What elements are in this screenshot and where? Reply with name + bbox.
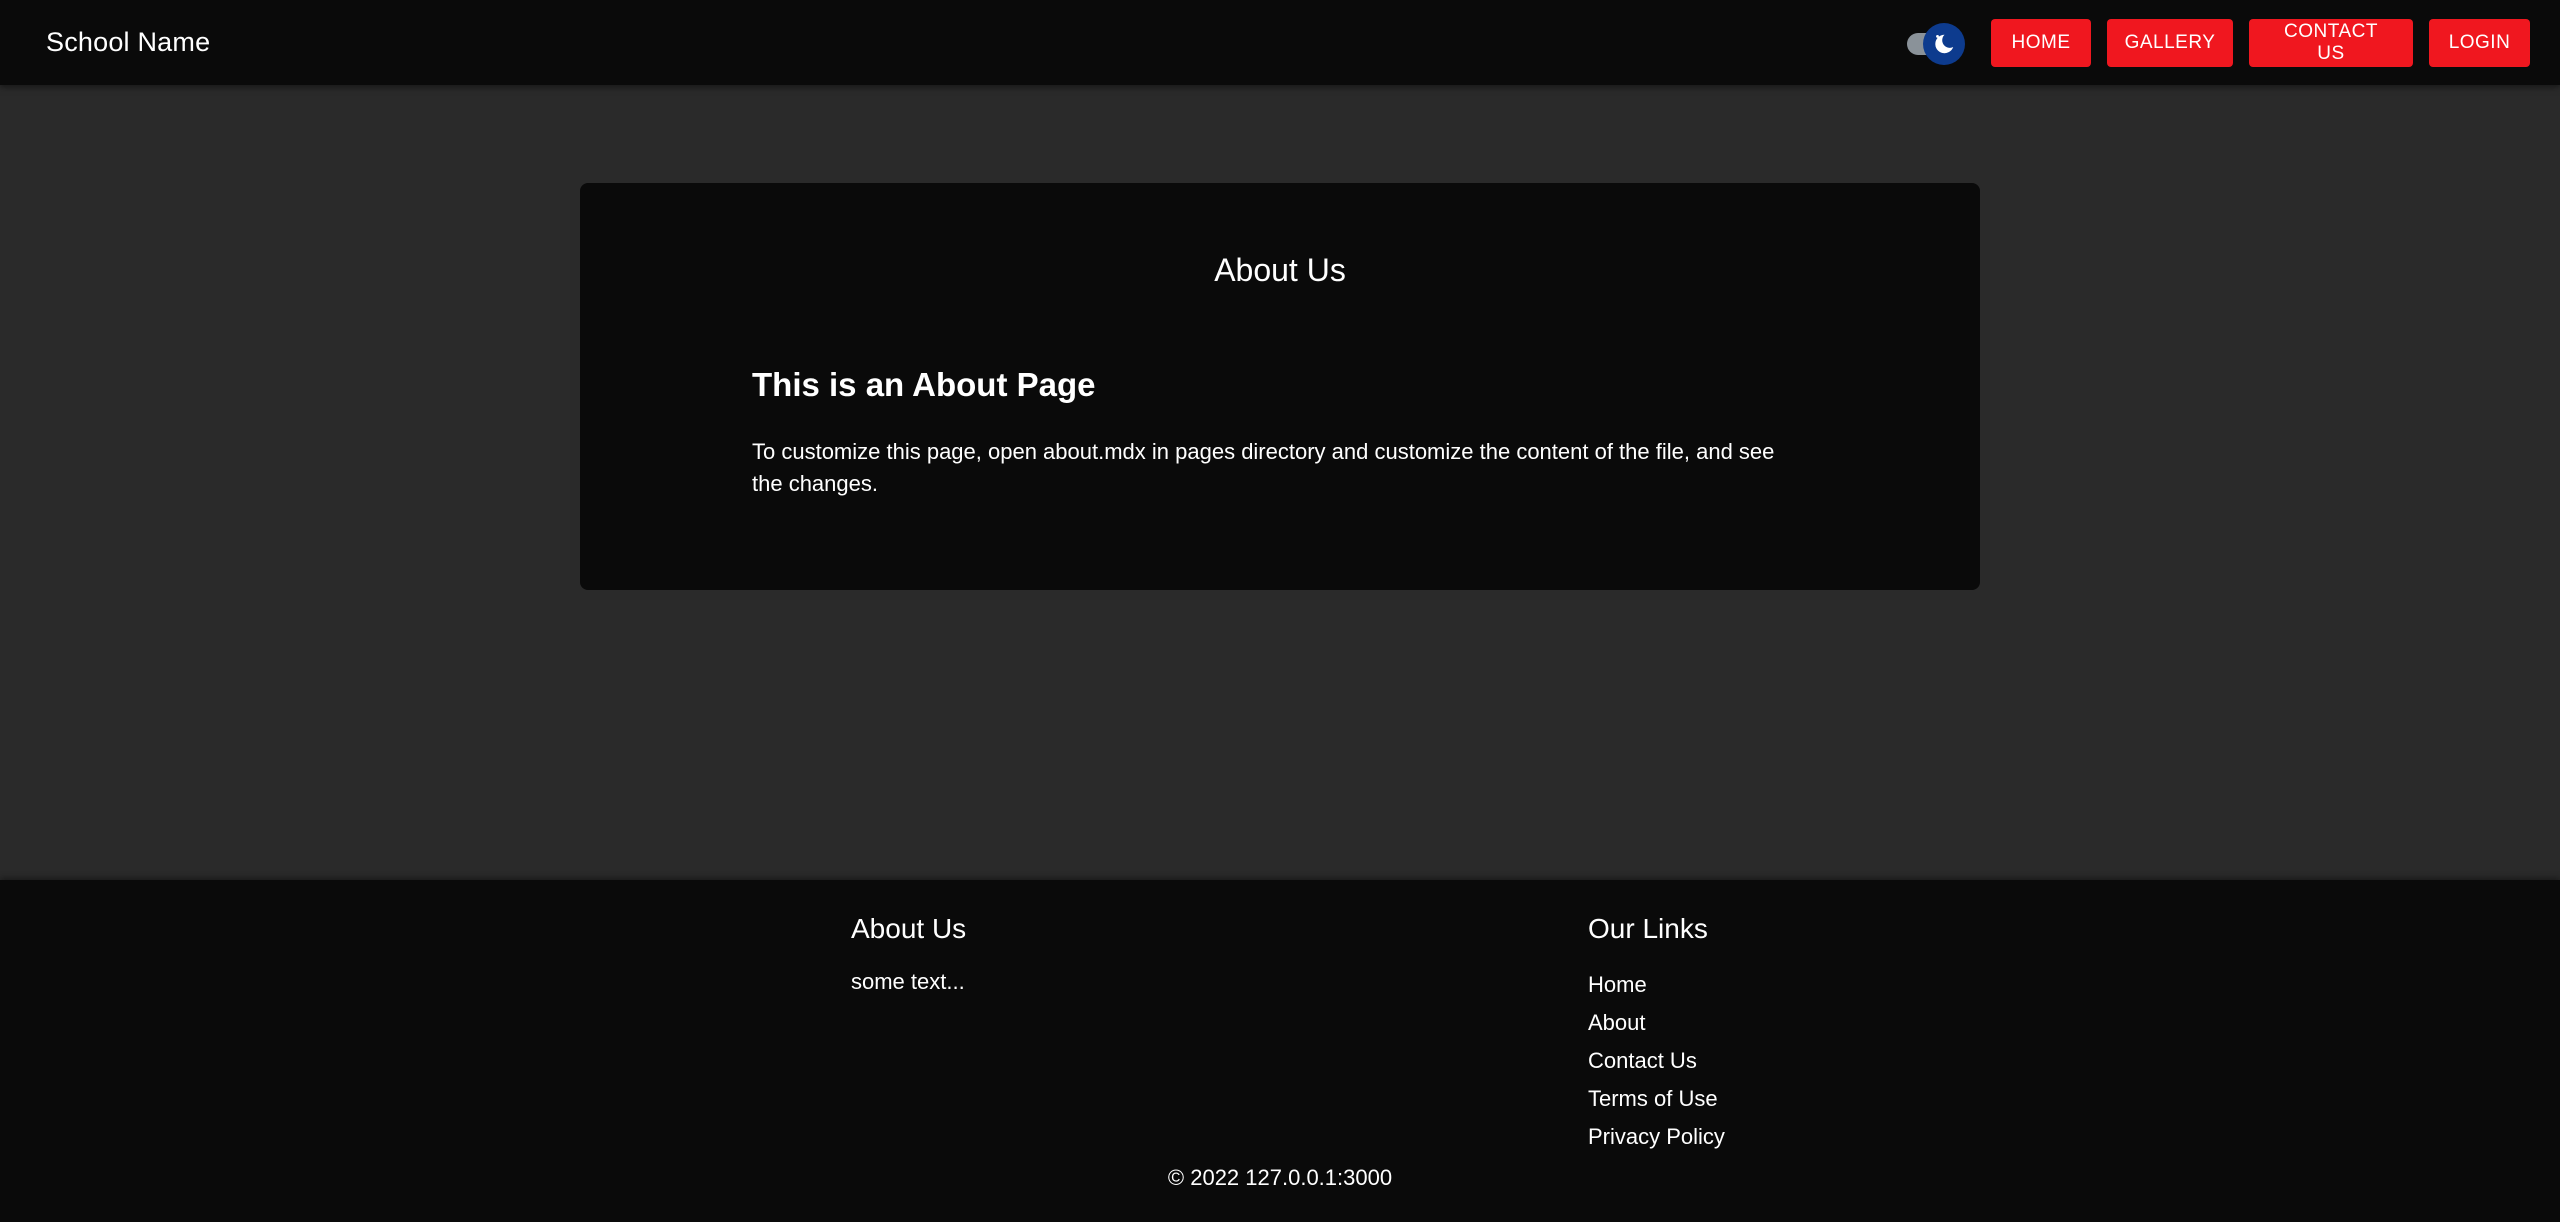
page-title: About Us [1214,252,1346,288]
footer-about-text: some text... [851,969,965,994]
moon-icon [1935,34,1954,53]
footer-links-title: Our Links [1588,913,1708,944]
footer-link-item: Home [1588,969,1725,1007]
footer-link-about[interactable]: About [1588,1010,1646,1035]
footer-link-contact-us[interactable]: Contact Us [1588,1048,1697,1073]
toggle-thumb[interactable] [1923,22,1965,65]
footer-link-privacy-policy[interactable]: Privacy Policy [1588,1124,1725,1149]
footer-about-title: About Us [851,913,967,944]
login-button[interactable]: LOGIN [2429,18,2530,67]
footer-link-item: Terms of Use [1588,1083,1725,1121]
brand-title[interactable]: School Name [46,27,210,58]
app-bar: School Name HOME GALLERY CONTACT US LOGI… [0,0,2560,85]
home-button[interactable]: HOME [1991,18,2091,67]
about-heading: This is an About Page [752,366,1096,403]
top-nav: HOME GALLERY CONTACT US LOGIN [1899,18,2530,67]
gallery-button[interactable]: GALLERY [2107,18,2233,67]
copyright-text: © 2022 127.0.0.1:3000 [1167,1165,1393,1190]
theme-toggle[interactable] [1899,21,1965,65]
footer-link-terms-of-use[interactable]: Terms of Use [1588,1086,1718,1111]
footer-link-home[interactable]: Home [1588,972,1647,997]
footer-link-item: Contact Us [1588,1045,1725,1083]
footer-link-item: Privacy Policy [1588,1121,1725,1159]
about-body-text: To customize this page, open about.mdx i… [752,439,1775,496]
contact-us-button[interactable]: CONTACT US [2249,18,2413,67]
footer-link-item: About [1588,1007,1725,1045]
footer-links-list: Home About Contact Us Terms of Use Priva… [1588,969,1725,1159]
